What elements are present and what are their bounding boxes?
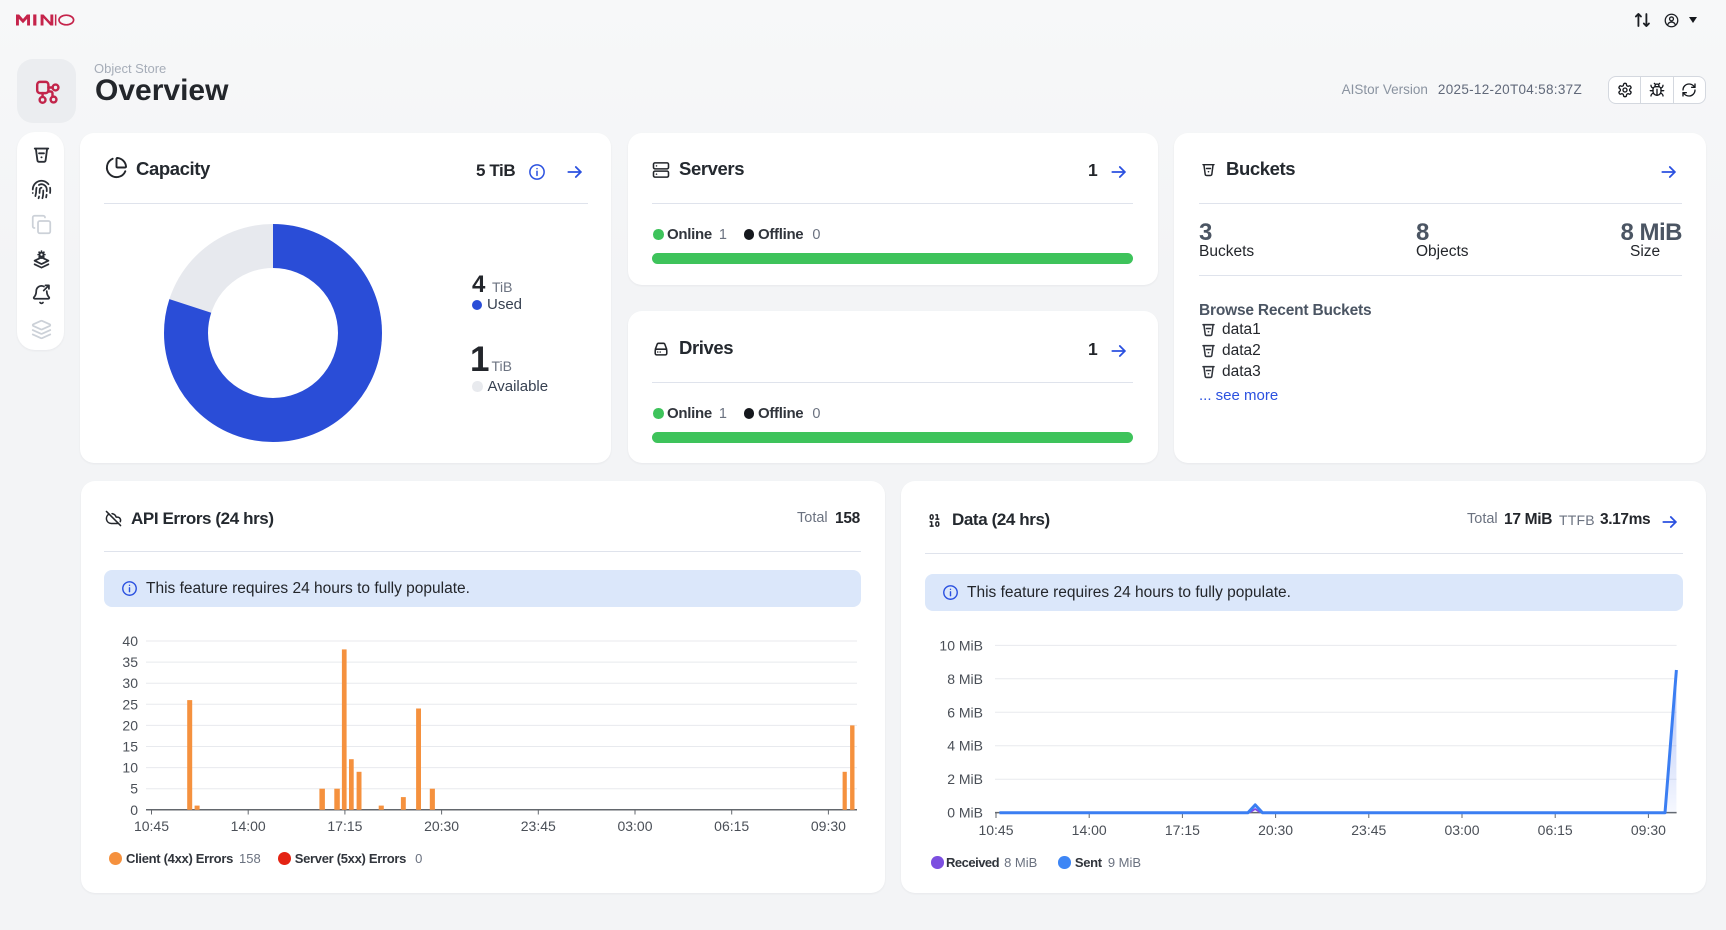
svg-text:25: 25 bbox=[122, 696, 138, 712]
svg-text:10:45: 10:45 bbox=[978, 822, 1013, 838]
svg-text:10: 10 bbox=[122, 760, 138, 776]
svg-text:6 MiB: 6 MiB bbox=[947, 704, 983, 720]
svg-text:23:45: 23:45 bbox=[1351, 822, 1386, 838]
svg-text:03:00: 03:00 bbox=[617, 818, 652, 834]
svg-text:5: 5 bbox=[130, 781, 138, 797]
svg-text:8 MiB: 8 MiB bbox=[947, 671, 983, 687]
svg-text:10:45: 10:45 bbox=[134, 818, 169, 834]
svg-text:03:00: 03:00 bbox=[1444, 822, 1479, 838]
svg-text:20:30: 20:30 bbox=[424, 818, 459, 834]
svg-text:06:15: 06:15 bbox=[714, 818, 749, 834]
svg-text:23:45: 23:45 bbox=[521, 818, 556, 834]
svg-text:4 MiB: 4 MiB bbox=[947, 738, 983, 754]
svg-text:09:30: 09:30 bbox=[1631, 822, 1666, 838]
svg-text:0: 0 bbox=[130, 802, 138, 818]
svg-text:40: 40 bbox=[122, 633, 138, 649]
svg-text:20:30: 20:30 bbox=[1258, 822, 1293, 838]
svg-text:35: 35 bbox=[122, 654, 138, 670]
svg-text:09:30: 09:30 bbox=[811, 818, 846, 834]
svg-text:17:15: 17:15 bbox=[327, 818, 362, 834]
svg-text:20: 20 bbox=[122, 717, 138, 733]
svg-text:14:00: 14:00 bbox=[231, 818, 266, 834]
svg-text:30: 30 bbox=[122, 675, 138, 691]
svg-text:10 MiB: 10 MiB bbox=[939, 637, 983, 653]
svg-text:0 MiB: 0 MiB bbox=[947, 805, 983, 821]
svg-text:17:15: 17:15 bbox=[1165, 822, 1200, 838]
svg-text:15: 15 bbox=[122, 739, 138, 755]
svg-text:14:00: 14:00 bbox=[1072, 822, 1107, 838]
svg-text:06:15: 06:15 bbox=[1538, 822, 1573, 838]
svg-text:2 MiB: 2 MiB bbox=[947, 771, 983, 787]
